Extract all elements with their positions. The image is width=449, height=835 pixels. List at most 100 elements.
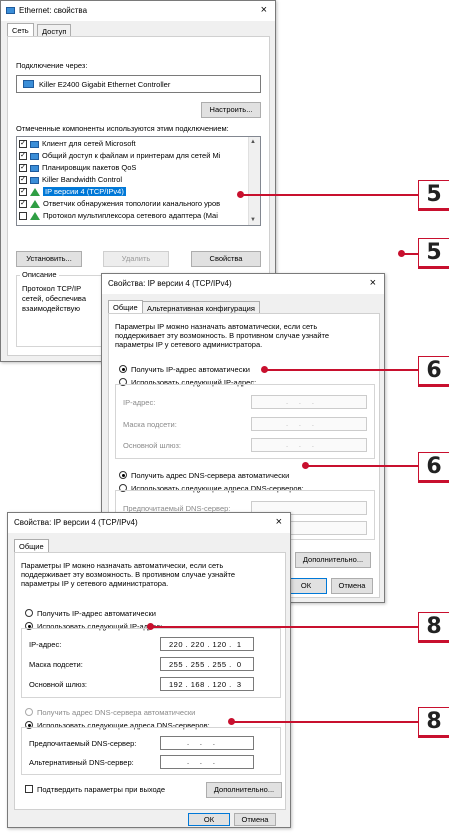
auto-ip-radio[interactable] [119,365,127,373]
advanced-button[interactable]: Дополнительно... [295,552,371,568]
list-item[interactable]: ✓ Общий доступ к файлам и принтерам для … [19,151,220,162]
ip-address-label: IP-адрес: [29,640,62,649]
callout-line [153,626,418,628]
ok-button[interactable]: ОК [285,578,327,594]
list-item[interactable]: ✓ Клиент для сетей Microsoft [19,139,136,150]
connect-via-label: Подключение через: [16,61,88,70]
intro-line: Параметры IP можно назначать автоматичес… [21,561,224,570]
configure-button[interactable]: Настроить... [201,102,261,118]
title-bar: Свойства: IP версии 4 (TCP/IPv4) × [102,274,384,294]
ipv4-properties-dialog-manual: Свойства: IP версии 4 (TCP/IPv4) × Общие… [7,512,291,828]
tab-general[interactable]: Общие [14,539,49,553]
adapter-icon [23,80,34,88]
auto-dns-radio[interactable] [25,708,33,716]
subnet-mask-field[interactable]: . . . [251,417,367,431]
list-scrollbar[interactable]: ▲ ▼ [248,137,260,225]
component-label: Планировщик пакетов QoS [42,163,137,172]
preferred-dns-label: Предпочитаемый DNS-сервер: [29,739,137,748]
step-badge: 6 [418,452,449,483]
step-badge: 5 [418,238,449,269]
ok-button[interactable]: ОК [188,813,230,826]
subnet-mask-label: Маска подсети: [123,420,177,429]
step-badge: 6 [418,356,449,387]
alternate-dns-label: Альтернативный DNS-сервер: [29,758,134,767]
cancel-button[interactable]: Отмена [331,578,373,594]
list-item[interactable]: ✓ Ответчик обнаружения топологии канальн… [19,199,220,210]
adapter-name: Killer E2400 Gigabit Ethernet Controller [39,80,171,89]
cancel-button[interactable]: Отмена [234,813,276,826]
ip-placeholder: . . . [286,397,315,406]
auto-dns-radio[interactable] [119,471,127,479]
protocol-icon [30,212,40,221]
auto-ip-label[interactable]: Получить IP-адрес автоматически [131,365,250,374]
component-label: Общий доступ к файлам и принтерам для се… [42,151,221,160]
adapter-box: Killer E2400 Gigabit Ethernet Controller [16,75,261,93]
callout-line [267,369,418,371]
tab-network[interactable]: Сеть [7,23,34,37]
checkbox[interactable]: ✓ [19,164,27,172]
checkbox[interactable]: ✓ [19,152,27,160]
protocol-icon [30,188,40,197]
ip-address-value: 220 . 220 . 120 . 1 [169,640,242,649]
checkbox[interactable] [19,212,27,220]
step-badge: 8 [418,707,449,738]
protocol-icon [30,200,40,209]
advanced-button[interactable]: Дополнительно... [206,782,282,798]
remove-button[interactable]: Удалить [103,251,169,267]
intro-line: поддерживает эту возможность. В противно… [21,570,236,579]
callout-line [308,465,418,467]
gateway-label: Основной шлюз: [29,680,88,689]
scroll-down-icon[interactable]: ▼ [250,217,256,223]
description-line: Протокол TCP/IP [22,284,82,293]
intro-line: параметры IP у сетевого администратора. [21,579,169,588]
properties-button[interactable]: Свойства [191,251,261,267]
gateway-value: 192 . 168 . 120 . 3 [169,680,242,689]
auto-ip-label[interactable]: Получить IP-адрес автоматически [37,609,156,618]
component-label: Ответчик обнаружения топологии канальног… [43,199,221,208]
ip-placeholder: . . . [187,757,216,766]
components-label: Отмеченные компоненты используются этим … [16,124,229,133]
list-item[interactable]: Протокол мультиплексора сетевого адаптер… [19,211,218,222]
checkbox[interactable]: ✓ [19,200,27,208]
close-icon[interactable]: × [370,277,376,289]
ip-address-field[interactable]: . . . [251,395,367,409]
auto-dns-label[interactable]: Получить адрес DNS-сервера автоматически [131,471,289,480]
gateway-field[interactable]: . . . [251,438,367,452]
dialog-title: Свойства: IP версии 4 (TCP/IPv4) [14,518,138,527]
components-list[interactable]: ✓ Клиент для сетей Microsoft ✓ Общий дос… [16,136,261,226]
description-line: сетей, обеспечива [22,294,87,303]
list-item-ipv4[interactable]: ✓ IP версии 4 (TCP/IPv4) [19,187,126,198]
intro-line: параметры IP у сетевого администратора. [115,340,263,349]
tab-general[interactable]: Общие [108,300,143,314]
install-button[interactable]: Установить... [16,251,82,267]
checkbox[interactable]: ✓ [19,176,27,184]
validate-checkbox[interactable] [25,785,33,793]
callout-line [404,253,418,255]
callout-line [243,194,418,196]
subnet-mask-field[interactable]: 255 . 255 . 255 . 0 [160,657,254,671]
close-icon[interactable]: × [261,4,267,16]
auto-dns-label[interactable]: Получить адрес DNS-сервера автоматически [37,708,195,717]
preferred-dns-field[interactable]: . . . [160,736,254,750]
dialog-title: Свойства: IP версии 4 (TCP/IPv4) [108,279,232,288]
dialog-title: Ethernet: свойства [19,6,88,15]
general-tab-panel: Параметры IP можно назначать автоматичес… [14,552,286,810]
service-icon [30,176,39,184]
ip-placeholder: . . . [286,419,315,428]
scroll-up-icon[interactable]: ▲ [250,139,256,145]
list-item[interactable]: ✓ Killer Bandwidth Control [19,175,122,186]
list-item[interactable]: ✓ Планировщик пакетов QoS [19,163,136,174]
gateway-field[interactable]: 192 . 168 . 120 . 3 [160,677,254,691]
ip-address-field[interactable]: 220 . 220 . 120 . 1 [160,637,254,651]
close-icon[interactable]: × [276,516,282,528]
checkbox[interactable]: ✓ [19,188,27,196]
ip-address-label: IP-адрес: [123,398,156,407]
checkbox[interactable]: ✓ [19,140,27,148]
alternate-dns-field[interactable]: . . . [160,755,254,769]
subnet-mask-value: 255 . 255 . 255 . 0 [169,660,242,669]
component-label: Killer Bandwidth Control [42,175,123,184]
validate-label[interactable]: Подтвердить параметры при выходе [37,785,165,794]
title-bar: Ethernet: свойства × [1,1,275,21]
description-line: взаимодействую [22,304,80,313]
auto-ip-radio[interactable] [25,609,33,617]
